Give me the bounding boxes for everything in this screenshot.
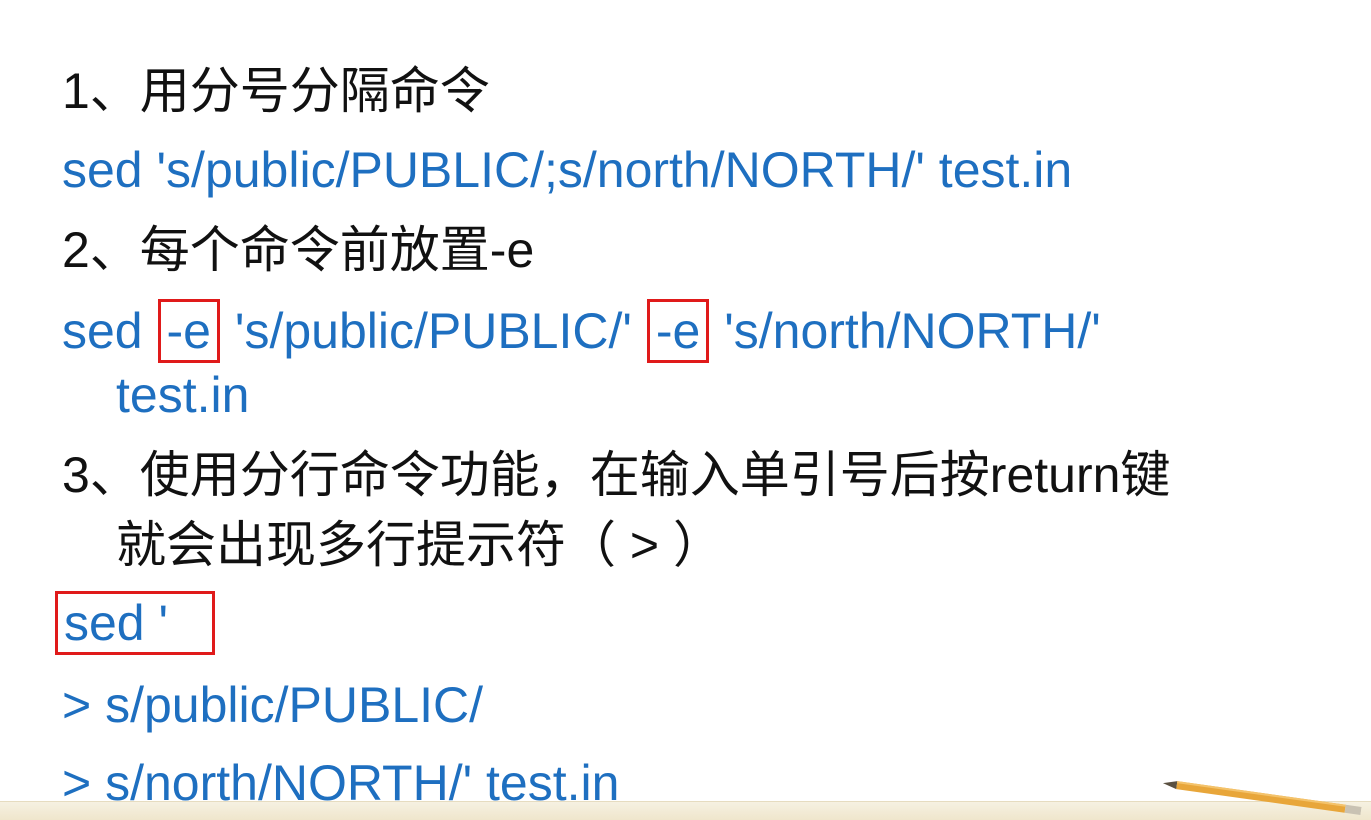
flag-e-highlight-2: -e [646,299,710,363]
sed-quote-highlight: sed ' [54,591,216,655]
heading-3-line-2: 就会出现多行提示符（ > ） [116,517,723,573]
heading-2: 2、每个命令前放置-e [62,222,535,278]
slide: 1、用分号分隔命令 sed 's/public/PUBLIC/;s/north/… [0,0,1371,820]
footer-bar [0,801,1371,820]
flag-e-highlight-1: -e [157,299,221,363]
code-sed: sed [62,303,143,359]
code-example-1: sed 's/public/PUBLIC/;s/north/NORTH/' te… [62,142,1073,198]
code-example-3-line-1: > s/public/PUBLIC/ [62,677,484,733]
code-arg-1: 's/public/PUBLIC/' [234,303,632,359]
code-arg-2: 's/north/NORTH/' [724,303,1101,359]
code-example-3-prompt: sed ' [54,591,216,655]
code-example-2-cont: test.in [116,367,250,423]
heading-3-line-1: 3、使用分行命令功能，在输入单引号后按return键 [62,447,1171,503]
code-example-2: sed -e 's/public/PUBLIC/' -e 's/north/NO… [62,299,1101,363]
heading-1: 1、用分号分隔命令 [62,63,490,119]
